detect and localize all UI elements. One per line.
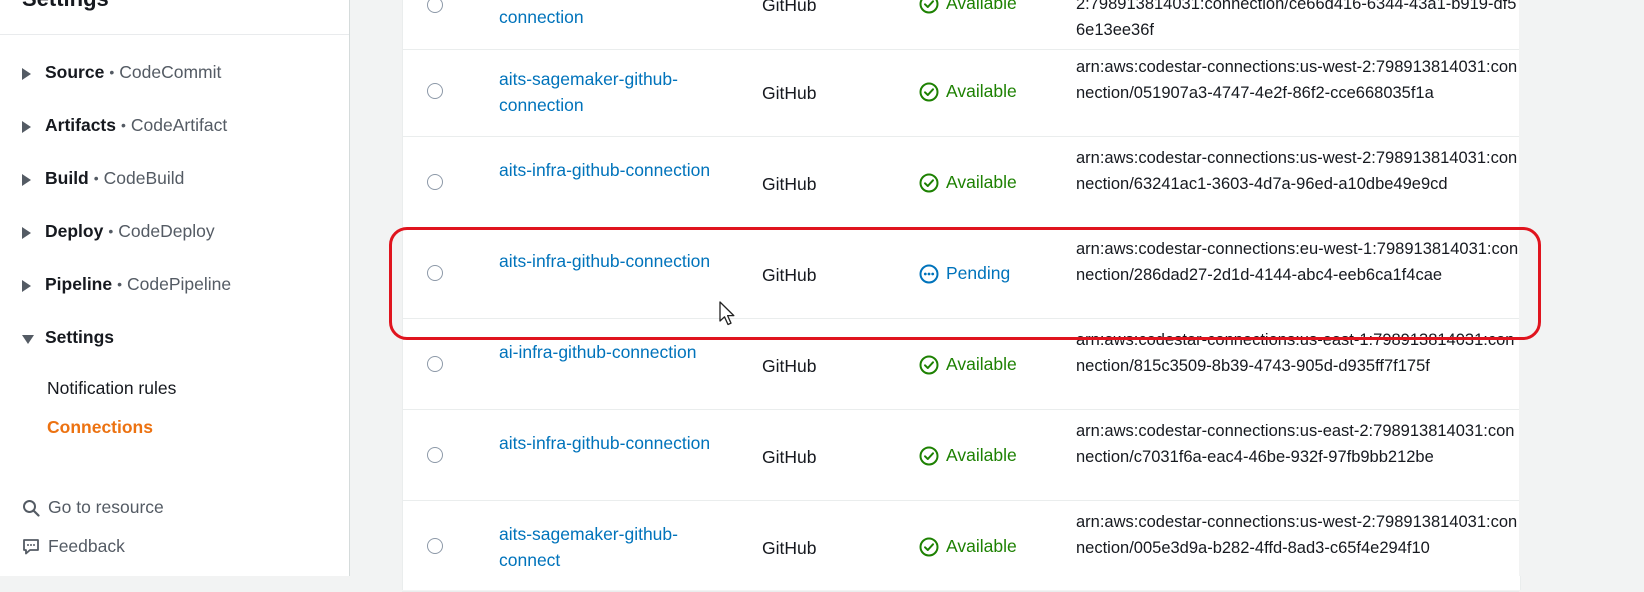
caret-right-icon — [22, 226, 31, 239]
mouse-cursor-icon — [719, 301, 735, 326]
connection-arn: 2:798913814031:connection/ce66d416-6344-… — [1076, 0, 1517, 39]
sidebar-title: Settings — [22, 0, 109, 12]
search-icon — [23, 499, 40, 517]
caret-right-icon — [22, 120, 31, 133]
nav-separator: • — [121, 117, 126, 133]
feedback-icon — [23, 538, 39, 554]
check-circle-icon — [919, 537, 939, 556]
nav-source-label: Source — [45, 61, 105, 82]
check-circle-icon — [919, 82, 939, 101]
nav-separator: • — [117, 276, 123, 292]
row-select-radio[interactable] — [427, 538, 443, 554]
nav-settings-label: Settings — [45, 326, 115, 347]
connection-arn: arn:aws:codestar-connections:us-east-1:7… — [1076, 331, 1515, 375]
connection-name-link[interactable]: connection — [499, 4, 714, 30]
provider-cell: GitHub — [762, 538, 817, 558]
caret-right-icon — [22, 67, 31, 80]
nav-deploy[interactable]: Deploy • CodeDeploy — [22, 219, 215, 243]
connection-name-link[interactable]: ai-infra-github-connection — [499, 339, 714, 365]
row-select-radio[interactable] — [427, 447, 443, 463]
row-select-radio[interactable] — [427, 265, 443, 281]
status-cell: Available — [919, 172, 1017, 193]
connection-name-link[interactable]: aits-infra-github-connection — [499, 157, 714, 183]
nav-separator: • — [108, 223, 114, 239]
ellipsis-circle-icon — [919, 264, 939, 283]
side-navigation: Settings Source • CodeCommit Artifacts •… — [0, 0, 350, 576]
check-circle-icon — [919, 446, 939, 465]
connection-name-link[interactable]: aits-sagemaker-github-connect — [499, 521, 714, 573]
connection-arn: arn:aws:codestar-connections:us-east-2:7… — [1076, 422, 1515, 466]
nav-pipeline-service: CodePipeline — [127, 273, 232, 294]
caret-right-icon — [22, 279, 31, 292]
status-cell: Pending — [919, 263, 1010, 284]
connection-arn: arn:aws:codestar-connections:eu-west-1:7… — [1076, 240, 1519, 284]
nav-deploy-service: CodeDeploy — [118, 220, 215, 241]
go-to-resource-label: Go to resource — [48, 497, 164, 517]
status-label: Available — [946, 81, 1017, 101]
status-label: Available — [946, 536, 1017, 556]
nav-build-label: Build — [45, 167, 89, 188]
nav-connections[interactable]: Connections — [47, 417, 153, 438]
status-cell: Available — [919, 354, 1017, 375]
status-label: Available — [946, 0, 1017, 13]
row-select-radio[interactable] — [427, 174, 443, 190]
provider-cell: GitHub — [762, 356, 817, 376]
sidebar-divider — [0, 34, 349, 35]
connection-arn: arn:aws:codestar-connections:us-west-2:7… — [1076, 513, 1518, 557]
nav-separator: • — [93, 170, 99, 186]
status-label: Available — [946, 445, 1017, 465]
provider-cell: GitHub — [762, 265, 817, 285]
nav-notification-rules[interactable]: Notification rules — [47, 378, 176, 399]
status-label: Available — [946, 354, 1017, 374]
connection-arn: arn:aws:codestar-connections:us-west-2:7… — [1076, 58, 1518, 102]
provider-cell: GitHub — [762, 83, 817, 103]
connection-name-link[interactable]: aits-infra-github-connection — [499, 430, 714, 456]
status-label: Pending — [946, 263, 1011, 283]
feedback-label: Feedback — [48, 536, 125, 556]
connection-name-link[interactable]: aits-sagemaker-github-connection — [499, 66, 714, 118]
nav-build-service: CodeBuild — [103, 167, 185, 188]
connection-name-link[interactable]: aits-infra-github-connection — [499, 248, 714, 274]
page-scroll-area — [1519, 0, 1541, 576]
status-label: Available — [946, 172, 1017, 192]
status-cell: Available — [919, 0, 1017, 14]
nav-deploy-label: Deploy — [45, 220, 104, 241]
feedback-link[interactable]: Feedback — [22, 536, 125, 557]
status-cell: Available — [919, 81, 1017, 102]
provider-cell: GitHub — [762, 174, 817, 194]
status-cell: Available — [919, 536, 1017, 557]
status-cell: Available — [919, 445, 1017, 466]
connection-arn: arn:aws:codestar-connections:us-west-2:7… — [1076, 149, 1518, 193]
caret-down-icon — [22, 334, 34, 344]
nav-settings[interactable]: Settings — [22, 325, 114, 349]
row-select-radio[interactable] — [427, 83, 443, 99]
check-circle-icon — [919, 0, 939, 13]
nav-artifacts-service: CodeArtifact — [130, 114, 228, 135]
nav-pipeline[interactable]: Pipeline • CodePipeline — [22, 272, 231, 296]
caret-right-icon — [22, 173, 31, 186]
nav-artifacts[interactable]: Artifacts • CodeArtifact — [22, 113, 227, 137]
provider-cell: GitHub — [762, 447, 817, 467]
nav-build[interactable]: Build • CodeBuild — [22, 166, 184, 190]
nav-separator: • — [109, 64, 115, 80]
row-select-radio[interactable] — [427, 356, 443, 372]
nav-source[interactable]: Source • CodeCommit — [22, 60, 221, 84]
nav-pipeline-label: Pipeline — [45, 273, 113, 294]
nav-artifacts-label: Artifacts — [45, 114, 116, 135]
go-to-resource-link[interactable]: Go to resource — [22, 497, 164, 518]
check-circle-icon — [919, 173, 939, 192]
provider-cell: GitHub — [762, 0, 817, 15]
nav-source-service: CodeCommit — [119, 61, 222, 82]
check-circle-icon — [919, 355, 939, 374]
